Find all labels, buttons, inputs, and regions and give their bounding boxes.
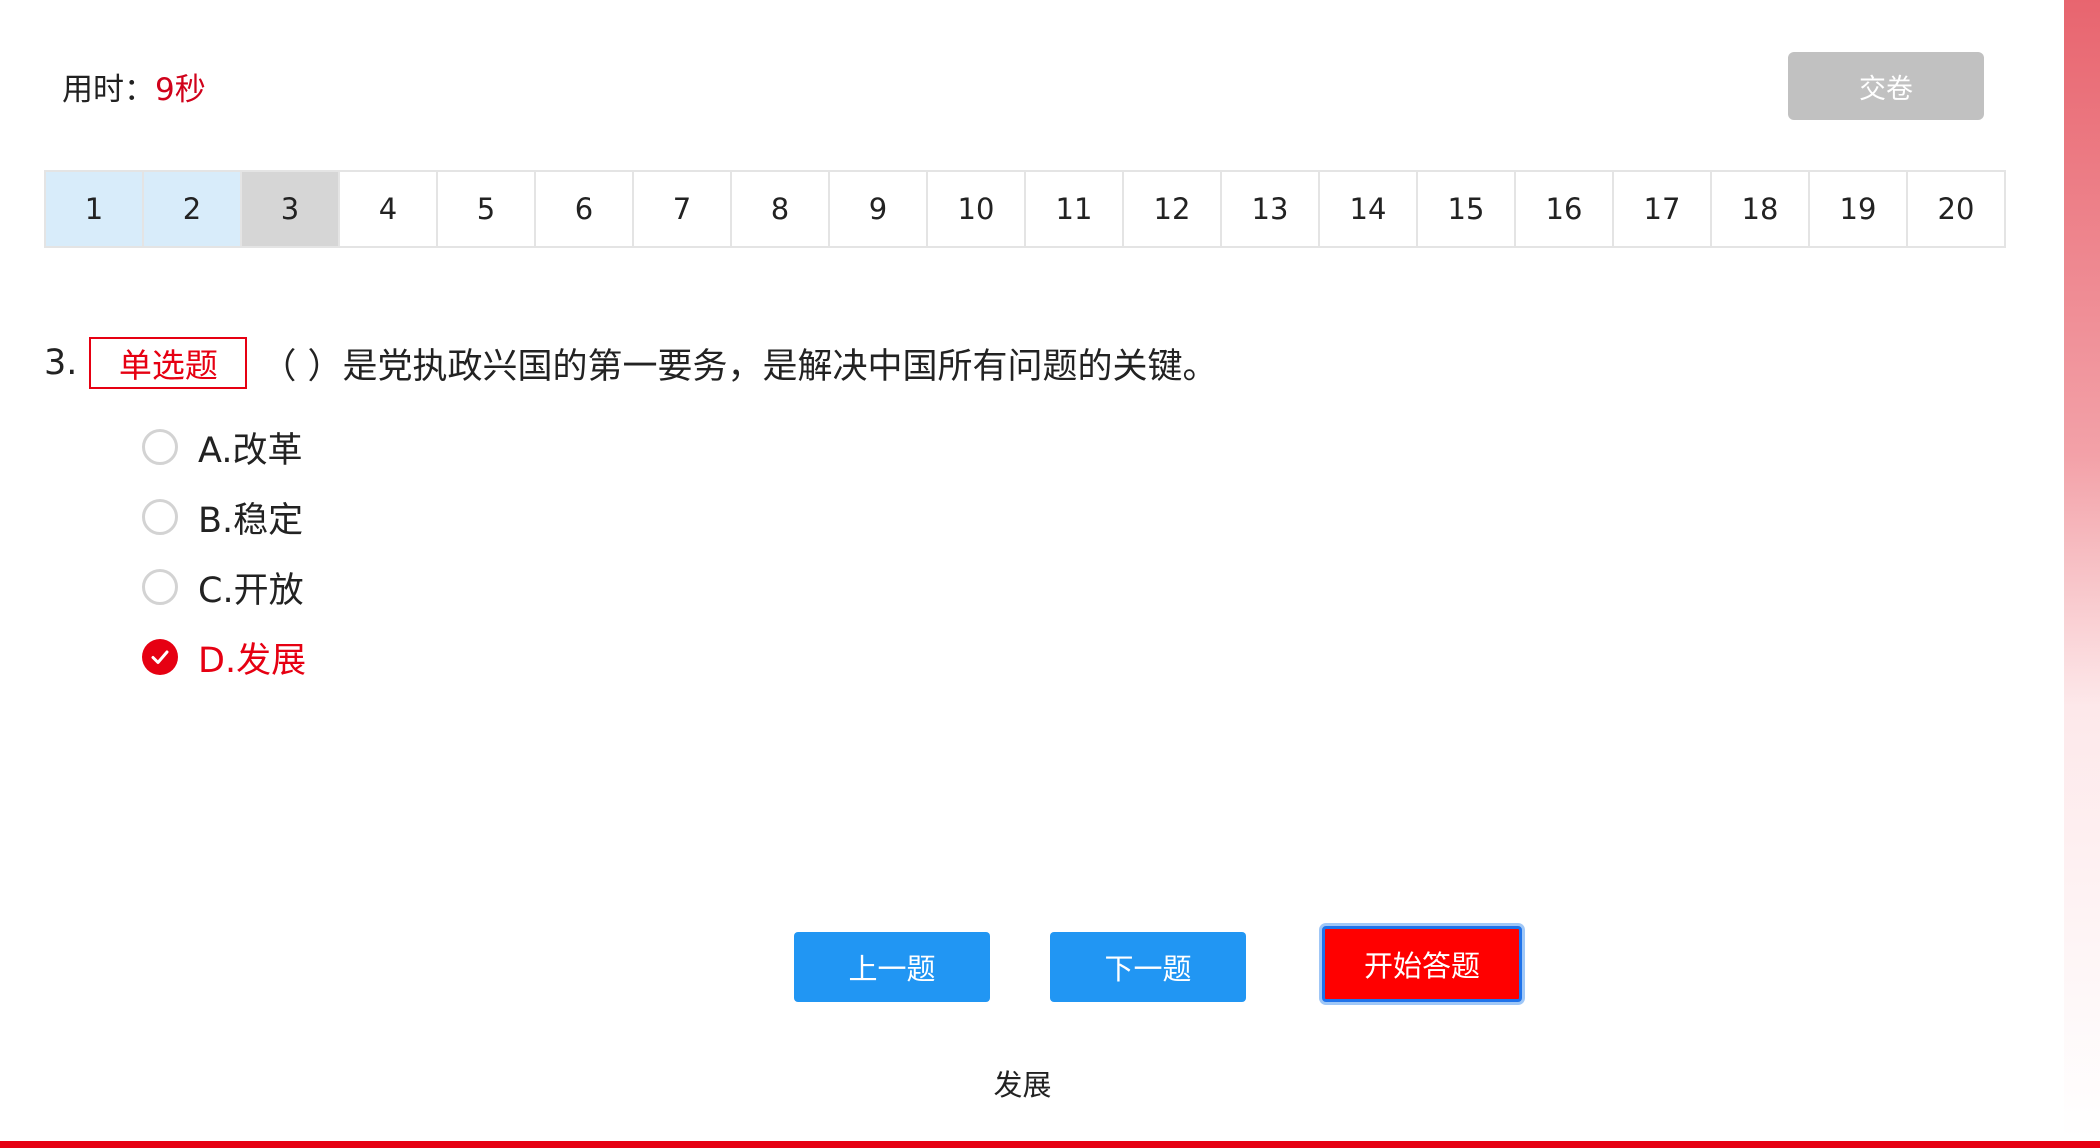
submit-exam-button[interactable]: 交卷 xyxy=(1788,52,1984,120)
question-text: （ ）是党执政兴国的第一要务，是解决中国所有问题的关键。 xyxy=(261,346,1218,387)
question-nav-item[interactable]: 17 xyxy=(1614,170,1712,248)
answer-option-label: D.发展 xyxy=(198,640,307,681)
answer-option[interactable]: B.稳定 xyxy=(142,482,306,552)
bottom-accent-line xyxy=(0,1141,2100,1148)
answer-option[interactable]: C.开放 xyxy=(142,552,306,622)
radio-unchecked-icon[interactable] xyxy=(142,569,178,605)
previous-question-button[interactable]: 上一题 xyxy=(794,932,990,1002)
question-nav-item[interactable]: 12 xyxy=(1124,170,1222,248)
answer-option-label: C.开放 xyxy=(198,570,304,611)
question-nav-item[interactable]: 13 xyxy=(1222,170,1320,248)
elapsed-timer: 用时：9秒 xyxy=(62,68,206,112)
question-nav-item[interactable]: 19 xyxy=(1810,170,1908,248)
question-nav-item[interactable]: 6 xyxy=(536,170,634,248)
question-nav-item[interactable]: 2 xyxy=(144,170,242,248)
selected-answer-text: 发展 xyxy=(993,1068,1052,1102)
question-type-badge: 单选题 xyxy=(89,337,248,389)
radio-unchecked-icon[interactable] xyxy=(142,499,178,535)
timer-label: 用时： xyxy=(62,72,155,108)
question-nav-item[interactable]: 16 xyxy=(1516,170,1614,248)
question-nav-item[interactable]: 4 xyxy=(340,170,438,248)
decorative-side-strip xyxy=(2064,0,2100,1140)
next-question-button[interactable]: 下一题 xyxy=(1050,932,1246,1002)
question-nav-item[interactable]: 9 xyxy=(830,170,928,248)
question-nav-item[interactable]: 15 xyxy=(1418,170,1516,248)
question-navigator: 1 2 3 4 5 6 7 8 9 10 11 12 13 14 15 16 17 18 19 20 xyxy=(44,170,2006,248)
question-nav-item[interactable]: 11 xyxy=(1026,170,1124,248)
question-nav-item[interactable]: 5 xyxy=(438,170,536,248)
answer-option[interactable]: D.发展 xyxy=(142,622,306,692)
radio-unchecked-icon[interactable] xyxy=(142,429,178,465)
exam-page: 用时：9秒 交卷 1 2 3 4 5 6 7 8 9 10 11 12 13 14 15 16 17 18 19 20… xyxy=(0,0,2100,1148)
question-nav-item[interactable]: 18 xyxy=(1712,170,1810,248)
answer-option[interactable]: A.改革 xyxy=(142,412,306,482)
question-nav-item[interactable]: 10 xyxy=(928,170,1026,248)
question-nav-item[interactable]: 1 xyxy=(46,170,144,248)
timer-value: 9秒 xyxy=(155,72,206,108)
question-header: 3. 单选题 （ ）是党执政兴国的第一要务，是解决中国所有问题的关键。 xyxy=(44,336,1218,390)
radio-checked-icon[interactable] xyxy=(142,639,178,675)
question-nav-item[interactable]: 8 xyxy=(732,170,830,248)
answer-option-label: B.稳定 xyxy=(198,500,304,541)
answer-option-label: A.改革 xyxy=(198,430,303,471)
answer-options: A.改革 B.稳定 C.开放 D.发展 xyxy=(142,412,306,692)
question-number: 3. xyxy=(44,343,78,383)
start-answering-button[interactable]: 开始答题 xyxy=(1322,926,1522,1002)
question-nav-item[interactable]: 14 xyxy=(1320,170,1418,248)
question-nav-item[interactable]: 7 xyxy=(634,170,732,248)
question-nav-item[interactable]: 20 xyxy=(1908,170,2006,248)
question-nav-item[interactable]: 3 xyxy=(242,170,340,248)
